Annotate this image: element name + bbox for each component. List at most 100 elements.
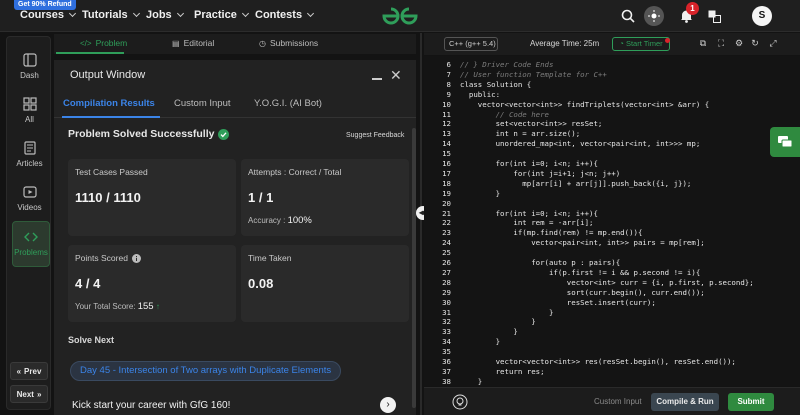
code-icon: </> bbox=[80, 38, 92, 48]
tab-label: Problem bbox=[95, 38, 128, 48]
nav-jobs[interactable]: Jobs bbox=[146, 9, 184, 21]
pane-divider[interactable] bbox=[420, 33, 422, 415]
grid-icon bbox=[22, 97, 37, 111]
top-navbar: Get 90% Refund Courses Tutorials Jobs Pr… bbox=[0, 0, 800, 32]
chevron-down-icon bbox=[241, 9, 249, 18]
test-cases-card: Test Cases Passed 1110 / 1110 bbox=[68, 159, 236, 236]
problem-tabs: </> Problem ▤ Editorial ◷ Submissions bbox=[54, 34, 416, 54]
nav-courses[interactable]: Courses bbox=[20, 9, 77, 21]
status-message: Problem Solved Successfully bbox=[68, 128, 230, 140]
lightbulb-icon[interactable] bbox=[452, 394, 468, 410]
notification-badge: 1 bbox=[686, 2, 699, 15]
avatar[interactable]: S bbox=[752, 6, 772, 26]
chevron-right-icon: » bbox=[36, 389, 42, 399]
info-icon[interactable] bbox=[131, 253, 141, 263]
status-text: Problem Solved Successfully bbox=[68, 128, 215, 140]
nav-jobs-label: Jobs bbox=[146, 9, 172, 21]
tab-active-underline bbox=[56, 52, 124, 54]
sidebar-item-problems[interactable]: Problems bbox=[12, 221, 50, 267]
code-text: } bbox=[460, 376, 483, 386]
chevron-left-icon: « bbox=[16, 366, 22, 376]
chevron-right-icon[interactable]: › bbox=[380, 397, 396, 413]
nav-contests[interactable]: Contests bbox=[255, 9, 315, 21]
prev-button[interactable]: «Prev bbox=[10, 362, 48, 380]
sidebar-item-label: Problems bbox=[14, 248, 48, 257]
output-tabs: Compilation Results Custom Input Y.O.G.I… bbox=[54, 93, 416, 118]
article-icon bbox=[23, 141, 36, 155]
expand-icon[interactable]: ⤢ bbox=[768, 38, 778, 49]
total-score-label: Your Total Score: bbox=[75, 302, 136, 311]
history-icon: ◷ bbox=[259, 38, 266, 48]
code-line[interactable]: 38 } bbox=[424, 377, 800, 388]
settings-icon[interactable]: ⚙ bbox=[734, 38, 744, 49]
attempts-label: Attempts : Correct / Total bbox=[248, 167, 342, 177]
average-time: Average Time: 25m bbox=[530, 39, 600, 48]
sidebar-item-articles[interactable]: Articles bbox=[7, 141, 52, 168]
tab-problem[interactable]: </> Problem bbox=[80, 38, 127, 48]
copy-icon[interactable]: ⧉ bbox=[698, 38, 708, 49]
sidebar-item-videos[interactable]: Videos bbox=[7, 185, 52, 212]
tab-custom-input[interactable]: Custom Input bbox=[174, 98, 231, 109]
dashboard-icon bbox=[22, 53, 37, 67]
time-taken-value: 0.08 bbox=[248, 276, 274, 291]
chevron-down-icon bbox=[176, 9, 184, 18]
close-icon[interactable]: ✕ bbox=[390, 67, 402, 84]
sidebar-item-label: Dash bbox=[20, 71, 39, 80]
chat-icon bbox=[778, 136, 792, 148]
nav-practice-label: Practice bbox=[194, 9, 237, 21]
points-label-row: Points Scored bbox=[75, 253, 141, 263]
nav-tutorials-label: Tutorials bbox=[82, 9, 128, 21]
tab-editorial[interactable]: ▤ Editorial bbox=[172, 38, 214, 48]
timer-status-dot bbox=[665, 38, 670, 43]
minimize-icon[interactable] bbox=[372, 78, 382, 80]
output-tab-underline bbox=[62, 116, 160, 118]
custom-input-toggle[interactable]: Custom Input bbox=[594, 397, 642, 406]
translate-icon[interactable] bbox=[704, 6, 724, 26]
output-scrollbar[interactable] bbox=[412, 128, 416, 408]
editor-action-bar: Custom Input Compile & Run Submit bbox=[424, 387, 800, 415]
chevron-down-icon bbox=[307, 9, 315, 18]
timer-icon: ◔ bbox=[619, 39, 626, 48]
sidebar-item-label: Videos bbox=[17, 203, 42, 212]
tab-submissions[interactable]: ◷ Submissions bbox=[259, 38, 318, 48]
points-label: Points Scored bbox=[75, 253, 128, 263]
time-taken-card: Time Taken 0.08 bbox=[241, 245, 409, 322]
bell-icon[interactable]: 1 bbox=[676, 2, 699, 26]
sidebar-item-dash[interactable]: Dash bbox=[7, 53, 52, 80]
left-sidebar: Dash All Articles Videos Problems bbox=[6, 36, 51, 410]
reset-icon[interactable]: ↻ bbox=[750, 38, 760, 49]
submit-button[interactable]: Submit bbox=[728, 393, 774, 411]
start-timer-button[interactable]: ◔ Start Timer bbox=[612, 37, 670, 51]
solve-next-heading: Solve Next bbox=[68, 335, 115, 345]
language-select[interactable]: C++ (g++ 5.4) bbox=[444, 37, 498, 51]
next-button[interactable]: Next» bbox=[10, 385, 48, 403]
sidebar-item-label: All bbox=[25, 115, 34, 124]
nav-practice[interactable]: Practice bbox=[194, 9, 249, 21]
code-editor[interactable]: 6// } Driver Code Ends 7// User function … bbox=[424, 56, 800, 386]
editor-toolbar: C++ (g++ 5.4) Average Time: 25m ◔ Start … bbox=[424, 33, 800, 55]
time-taken-label: Time Taken bbox=[248, 253, 292, 263]
nav-tutorials[interactable]: Tutorials bbox=[82, 9, 140, 21]
video-icon bbox=[22, 186, 37, 198]
nav-courses-label: Courses bbox=[20, 9, 65, 21]
suggest-feedback-link[interactable]: Suggest Feedback bbox=[346, 132, 404, 139]
compile-run-button[interactable]: Compile & Run bbox=[651, 393, 719, 411]
code-icon bbox=[24, 232, 38, 242]
tab-compilation-results[interactable]: Compilation Results bbox=[63, 98, 155, 109]
next-label: Next bbox=[16, 389, 34, 399]
tab-yogi-ai-bot[interactable]: Y.O.G.I. (AI Bot) bbox=[254, 98, 322, 109]
sidebar-item-label: Articles bbox=[16, 159, 43, 168]
fullscreen-icon[interactable]: ⛶ bbox=[716, 38, 726, 49]
line-number: 38 bbox=[442, 376, 451, 386]
test-cases-label: Test Cases Passed bbox=[75, 167, 148, 177]
output-window-title: Output Window bbox=[70, 69, 146, 81]
chat-button[interactable] bbox=[770, 127, 800, 157]
gfg-logo[interactable] bbox=[380, 5, 420, 27]
attempts-value: 1 / 1 bbox=[248, 190, 274, 205]
sidebar-item-all[interactable]: All bbox=[7, 97, 52, 124]
theme-toggle-icon[interactable] bbox=[644, 6, 664, 26]
start-timer-label: Start Timer bbox=[625, 39, 663, 48]
kickstart-text: Kick start your career with GfG 160! bbox=[72, 400, 231, 411]
search-icon[interactable] bbox=[618, 6, 638, 26]
next-problem-link[interactable]: Day 45 - Intersection of Two arrays with… bbox=[70, 361, 342, 381]
